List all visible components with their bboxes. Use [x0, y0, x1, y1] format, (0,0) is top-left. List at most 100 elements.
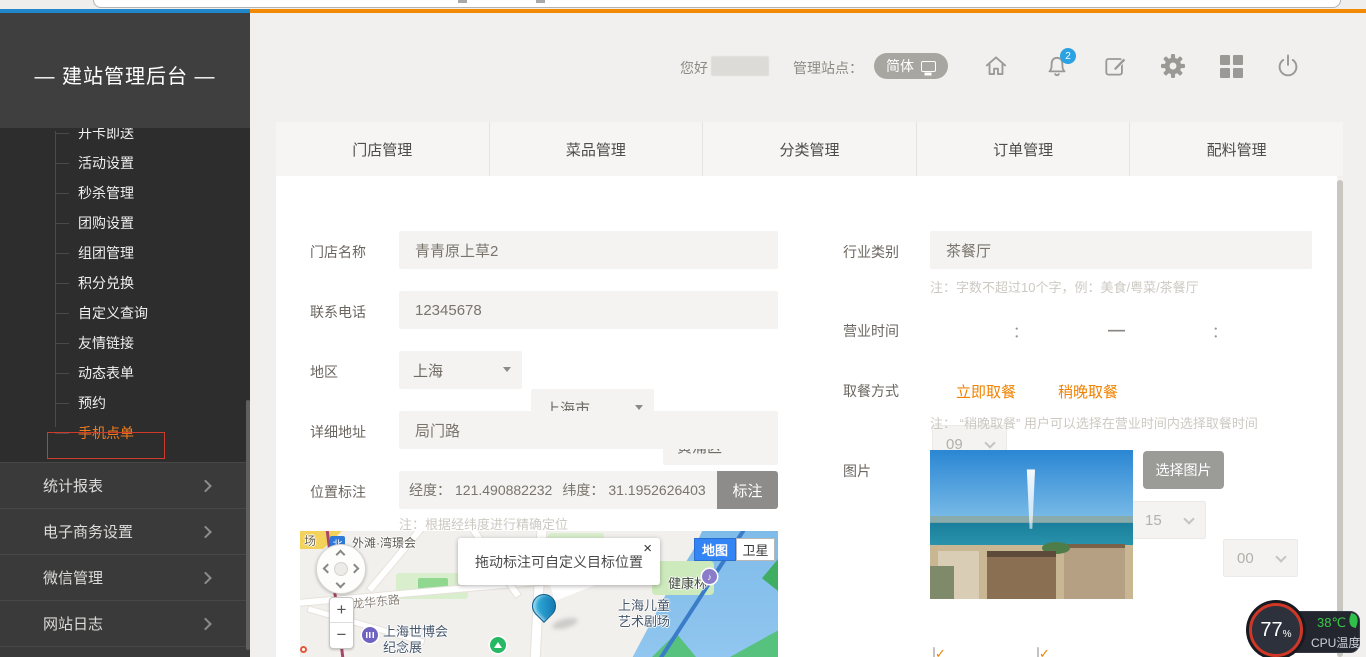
- time-colon: ：: [1013, 321, 1028, 342]
- sidebar: — 建站管理后台 — 开卡即送 活动设置 秒杀管理 团购设置 组团管理 积分兑换…: [0, 13, 250, 657]
- tab-store-management[interactable]: 门店管理: [276, 122, 490, 176]
- tab-category-management[interactable]: 分类管理: [703, 122, 917, 176]
- map-pan-control[interactable]: [316, 544, 366, 594]
- cpu-monitor-widget[interactable]: 38℃ CPU温度 77 %: [1247, 601, 1366, 657]
- latitude-label: 纬度：: [562, 480, 604, 500]
- zoom-out-button[interactable]: −: [330, 623, 353, 648]
- map-type-map-button[interactable]: 地图: [694, 538, 736, 561]
- sidebar-item-team[interactable]: 组团管理: [0, 238, 250, 268]
- tab-order-management[interactable]: 订单管理: [917, 122, 1131, 176]
- tree-tick: [55, 253, 69, 254]
- tree-tick: [55, 223, 69, 224]
- cpu-usage-percent-sign: %: [1283, 629, 1292, 640]
- zoom-in-button[interactable]: +: [330, 598, 353, 623]
- sidebar-item-dynamic-form[interactable]: 动态表单: [0, 358, 250, 388]
- photo-building: [987, 557, 1056, 599]
- pan-up-icon[interactable]: [336, 550, 346, 560]
- tree-tick: [55, 403, 69, 404]
- tooltip-tail: [550, 584, 598, 601]
- sidebar-section-stats[interactable]: 统计报表: [0, 462, 250, 508]
- sidebar-scrollbar[interactable]: [246, 400, 250, 650]
- pan-left-icon[interactable]: [323, 564, 333, 574]
- sidebar-item-activity[interactable]: 活动设置: [0, 148, 250, 178]
- location-label: 位置标注: [310, 482, 366, 502]
- cpu-temperature-label: CPU温度: [1311, 634, 1360, 651]
- pickup-label: 取餐方式: [843, 381, 899, 401]
- industry-note: 注：字数不超过10个字，例：美食/粤菜/茶餐厅: [930, 277, 1199, 296]
- pan-right-icon[interactable]: [350, 564, 360, 574]
- cpu-usage-percent: 77: [1260, 619, 1282, 642]
- browser-icon-fragment: [458, 0, 467, 3]
- browser-address-bar[interactable]: [93, 0, 1341, 8]
- map-canvas[interactable]: 场 北 外滩·湾璟会 龙华东路 健康林 上海儿童 艺术剧场 上海世博会 纪念展 …: [300, 531, 778, 657]
- region-label: 地区: [310, 362, 338, 382]
- tab-bar: 门店管理 菜品管理 分类管理 订单管理 配料管理: [276, 122, 1343, 176]
- phone-input[interactable]: 12345678: [399, 291, 778, 329]
- time-colon: ：: [1212, 321, 1227, 342]
- active-item-highlight-box: [47, 432, 165, 459]
- sidebar-item-custom-query[interactable]: 自定义查询: [0, 298, 250, 328]
- gear-icon: [1158, 51, 1188, 81]
- map-type-satellite-button[interactable]: 卫星: [736, 538, 775, 561]
- close-hour-select[interactable]: 15: [1131, 501, 1206, 539]
- industry-input[interactable]: 茶餐厅: [930, 231, 1312, 269]
- grid-icon: [1220, 55, 1243, 78]
- pan-down-icon[interactable]: [336, 579, 346, 589]
- tab-dish-management[interactable]: 菜品管理: [490, 122, 704, 176]
- tab-ingredient-management[interactable]: 配料管理: [1130, 122, 1343, 176]
- tree-tick: [55, 163, 69, 164]
- sidebar-section-weblog[interactable]: 网站日志: [0, 600, 250, 646]
- sidebar-item-points[interactable]: 积分兑换: [0, 268, 250, 298]
- small-poi-dot: [300, 646, 307, 653]
- notification-badge: 2: [1060, 48, 1076, 64]
- pan-center-dot[interactable]: [334, 562, 348, 576]
- sidebar-item-groupbuy[interactable]: 团购设置: [0, 208, 250, 238]
- pickup-later-label[interactable]: 稍晚取餐: [1058, 381, 1118, 402]
- latitude-value: 31.1952626403: [608, 482, 705, 498]
- hours-label: 营业时间: [843, 321, 899, 341]
- sidebar-section-ecommerce[interactable]: 电子商务设置: [0, 508, 250, 554]
- museum-poi-icon: [362, 627, 378, 643]
- store-name-label: 门店名称: [310, 242, 366, 262]
- address-input[interactable]: 局门路: [399, 411, 778, 449]
- pickup-now-checkbox[interactable]: [933, 647, 935, 657]
- tree-tick: [55, 193, 69, 194]
- cpu-temperature: 38℃: [1317, 615, 1346, 631]
- map-poi-expo-label: 纪念展: [383, 637, 422, 656]
- compose-button[interactable]: [1099, 49, 1133, 83]
- longitude-label: 经度：: [409, 480, 451, 500]
- sidebar-sections: 统计报表 电子商务设置 微信管理 网站日志: [0, 462, 250, 657]
- close-icon[interactable]: ×: [643, 540, 652, 557]
- chevron-right-icon: [199, 617, 212, 630]
- pin-shadow: [551, 616, 578, 631]
- settings-button[interactable]: [1156, 49, 1190, 83]
- map-area-label: 外滩·湾璟会: [352, 534, 416, 551]
- scenic-poi-icon: [490, 637, 506, 653]
- language-switch-button[interactable]: 简体: [874, 53, 948, 79]
- home-icon: [982, 52, 1010, 80]
- sidebar-section-wechat[interactable]: 微信管理: [0, 554, 250, 600]
- coordinates-field[interactable]: 经度：121.490882232 纬度：31.1952626403: [399, 471, 717, 509]
- sidebar-item-booking[interactable]: 预约: [0, 388, 250, 418]
- mark-location-button[interactable]: 标注: [717, 471, 778, 509]
- apps-button[interactable]: [1214, 49, 1248, 83]
- app-title: — 建站管理后台 —: [0, 60, 250, 89]
- sidebar-item-links[interactable]: 友情链接: [0, 328, 250, 358]
- close-minute-select[interactable]: 00: [1223, 539, 1298, 577]
- map-tooltip-text: 拖动标注可自定义目标位置: [458, 552, 660, 572]
- store-name-input[interactable]: 青青原上草2: [399, 231, 778, 269]
- chevron-right-icon: [199, 479, 212, 492]
- home-button[interactable]: [979, 49, 1013, 83]
- choose-image-button[interactable]: 选择图片: [1143, 451, 1224, 489]
- logout-button[interactable]: [1271, 49, 1305, 83]
- sidebar-item-seckill[interactable]: 秒杀管理: [0, 178, 250, 208]
- screen: — 建站管理后台 — 开卡即送 活动设置 秒杀管理 团购设置 组团管理 积分兑换…: [0, 0, 1366, 657]
- content-scrollbar-thumb[interactable]: [1337, 180, 1343, 657]
- chevron-right-icon: [199, 525, 212, 538]
- pickup-now-label[interactable]: 立即取餐: [956, 381, 1016, 402]
- chevron-down-icon: [1275, 551, 1286, 562]
- province-select[interactable]: 上海: [399, 351, 522, 389]
- map-tooltip: 拖动标注可自定义目标位置 ×: [458, 538, 660, 585]
- pickup-later-checkbox[interactable]: [1037, 647, 1039, 657]
- store-photo-thumbnail[interactable]: [930, 450, 1133, 599]
